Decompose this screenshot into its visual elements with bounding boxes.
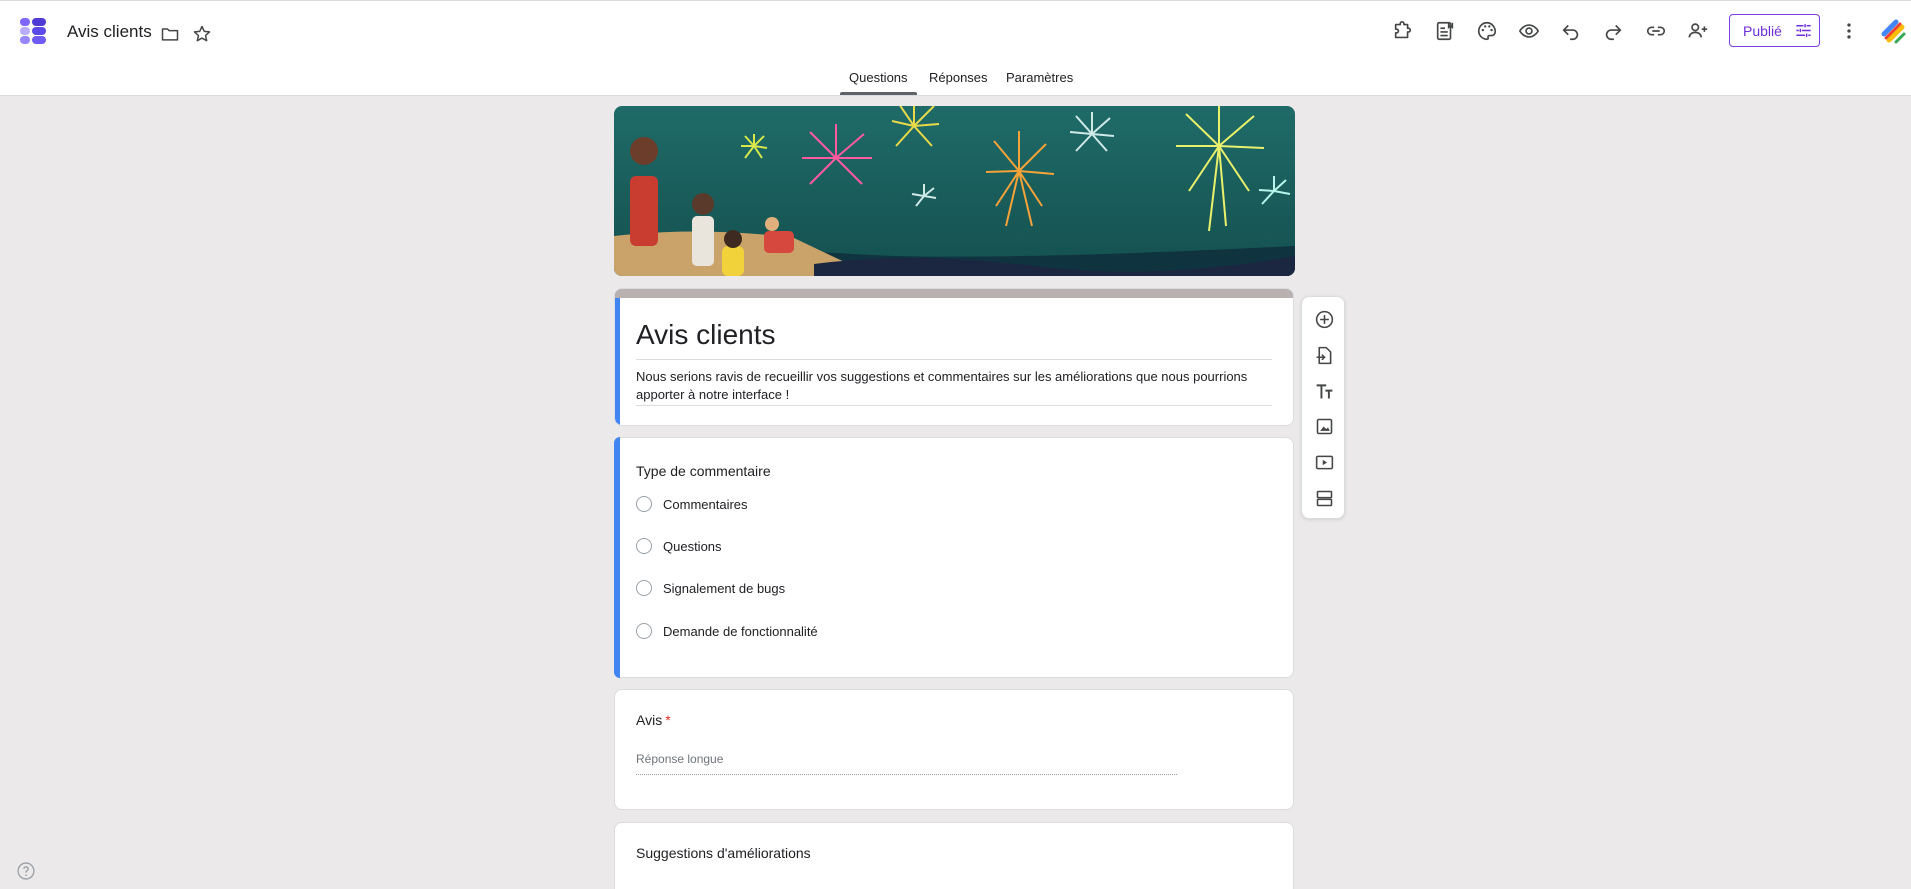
addon-icon[interactable] <box>1390 18 1416 44</box>
title-divider <box>636 359 1272 360</box>
radio-option[interactable]: Commentaires <box>636 496 748 512</box>
form-title[interactable]: Avis clients <box>636 319 776 351</box>
radio-button[interactable] <box>636 580 652 596</box>
question-card[interactable]: Suggestions d'améliorations <box>614 822 1294 889</box>
question-title-text: Avis <box>636 712 663 728</box>
radio-option[interactable]: Demande de fonctionnalité <box>636 623 818 639</box>
folder-icon[interactable] <box>159 23 181 45</box>
add-video-icon[interactable] <box>1312 450 1336 474</box>
top-bar: Avis clients Publié Questions Réponses P… <box>0 0 1911 96</box>
customize-icon[interactable] <box>1432 18 1458 44</box>
link-icon[interactable] <box>1643 18 1669 44</box>
add-question-icon[interactable] <box>1312 307 1336 331</box>
add-section-icon[interactable] <box>1312 486 1336 510</box>
option-label: Commentaires <box>663 496 748 512</box>
tab-bar: Questions Réponses Paramètres <box>0 63 1911 97</box>
redo-icon[interactable] <box>1600 18 1626 44</box>
radio-button[interactable] <box>636 538 652 554</box>
add-title-icon[interactable] <box>1312 379 1336 403</box>
add-collaborator-icon[interactable] <box>1685 18 1711 44</box>
option-label: Demande de fonctionnalité <box>663 623 818 639</box>
star-icon[interactable] <box>191 23 213 45</box>
publish-button[interactable]: Publié <box>1729 14 1820 47</box>
radio-button[interactable] <box>636 623 652 639</box>
tab-questions[interactable]: Questions <box>849 70 908 85</box>
description-divider <box>636 405 1272 406</box>
publish-label: Publié <box>1743 22 1782 39</box>
tab-responses[interactable]: Réponses <box>929 70 988 85</box>
more-vert-icon[interactable] <box>1836 18 1862 44</box>
required-asterisk: * <box>665 712 671 728</box>
long-answer-placeholder: Réponse longue <box>636 752 724 766</box>
radio-option[interactable]: Signalement de bugs <box>636 580 785 596</box>
question-title[interactable]: Avis * <box>636 712 671 728</box>
question-card[interactable]: Type de commentaire Commentaires Questio… <box>614 437 1294 678</box>
question-card[interactable]: Avis * Réponse longue <box>614 689 1294 810</box>
publish-settings-icon <box>1796 24 1811 37</box>
preview-icon[interactable] <box>1516 18 1542 44</box>
help-icon[interactable] <box>16 861 36 881</box>
document-title[interactable]: Avis clients <box>67 22 152 42</box>
floating-toolbar <box>1301 296 1345 519</box>
brand-logo-icon[interactable] <box>1880 18 1906 44</box>
option-label: Signalement de bugs <box>663 580 786 596</box>
form-description[interactable]: Nous serions ravis de recueillir vos sug… <box>636 368 1272 404</box>
undo-icon[interactable] <box>1558 18 1584 44</box>
forms-logo-icon[interactable] <box>18 15 48 47</box>
radio-option[interactable]: Questions <box>636 538 722 554</box>
palette-icon[interactable] <box>1474 18 1500 44</box>
add-image-icon[interactable] <box>1312 414 1336 438</box>
form-header-card[interactable]: Avis clients Nous serions ravis de recue… <box>614 288 1294 426</box>
question-title[interactable]: Type de commentaire <box>636 463 771 479</box>
header-banner-image <box>614 106 1295 276</box>
radio-button[interactable] <box>636 496 652 512</box>
theme-color-strip <box>615 289 1293 298</box>
answer-underline <box>636 774 1177 775</box>
question-title[interactable]: Suggestions d'améliorations <box>636 845 811 861</box>
import-questions-icon[interactable] <box>1312 343 1336 367</box>
active-tab-indicator <box>840 92 917 95</box>
option-label: Questions <box>663 538 722 554</box>
tab-settings[interactable]: Paramètres <box>1006 70 1073 85</box>
